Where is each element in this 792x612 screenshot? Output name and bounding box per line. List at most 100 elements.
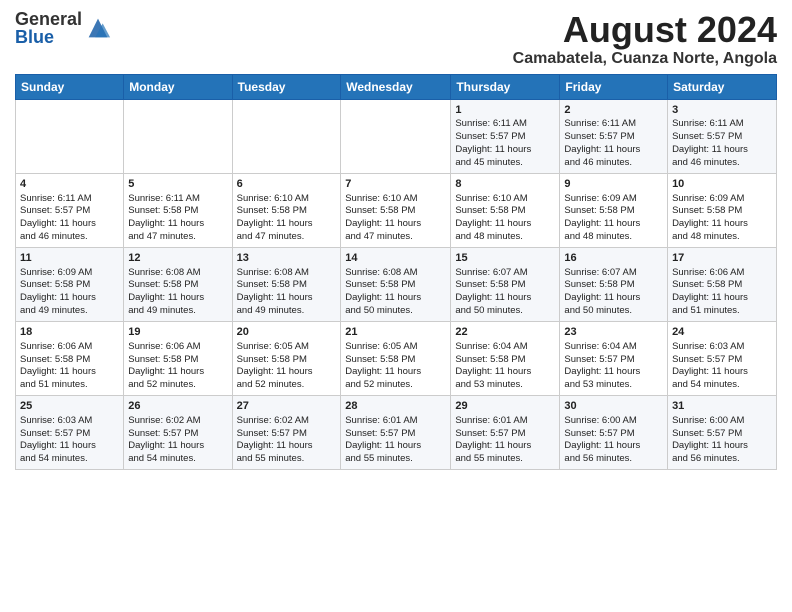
day-info: Sunrise: 6:10 AMSunset: 5:58 PMDaylight:… — [345, 193, 446, 244]
day-number: 4 — [20, 177, 119, 192]
week-row-0: 1Sunrise: 6:11 AMSunset: 5:57 PMDaylight… — [16, 99, 777, 173]
day-cell: 24Sunrise: 6:03 AMSunset: 5:57 PMDayligh… — [668, 321, 777, 395]
day-cell: 22Sunrise: 6:04 AMSunset: 5:58 PMDayligh… — [451, 321, 560, 395]
day-info: Sunrise: 6:06 AMSunset: 5:58 PMDaylight:… — [128, 341, 227, 392]
header: General Blue August 2024 Camabatela, Cua… — [15, 10, 777, 68]
day-info: Sunrise: 6:03 AMSunset: 5:57 PMDaylight:… — [20, 415, 119, 466]
day-cell: 27Sunrise: 6:02 AMSunset: 5:57 PMDayligh… — [232, 395, 341, 469]
day-info: Sunrise: 6:00 AMSunset: 5:57 PMDaylight:… — [672, 415, 772, 466]
logo-blue: Blue — [15, 28, 82, 46]
day-cell: 1Sunrise: 6:11 AMSunset: 5:57 PMDaylight… — [451, 99, 560, 173]
day-info: Sunrise: 6:09 AMSunset: 5:58 PMDaylight:… — [564, 193, 663, 244]
day-cell — [16, 99, 124, 173]
month-title: August 2024 — [513, 10, 777, 50]
day-number: 2 — [564, 103, 663, 118]
day-cell: 6Sunrise: 6:10 AMSunset: 5:58 PMDaylight… — [232, 173, 341, 247]
day-info: Sunrise: 6:06 AMSunset: 5:58 PMDaylight:… — [672, 267, 772, 318]
day-number: 6 — [237, 177, 337, 192]
day-cell: 10Sunrise: 6:09 AMSunset: 5:58 PMDayligh… — [668, 173, 777, 247]
day-cell: 11Sunrise: 6:09 AMSunset: 5:58 PMDayligh… — [16, 247, 124, 321]
day-cell — [341, 99, 451, 173]
col-friday: Friday — [560, 74, 668, 99]
day-number: 29 — [455, 399, 555, 414]
day-cell: 4Sunrise: 6:11 AMSunset: 5:57 PMDaylight… — [16, 173, 124, 247]
day-cell: 9Sunrise: 6:09 AMSunset: 5:58 PMDaylight… — [560, 173, 668, 247]
day-cell: 17Sunrise: 6:06 AMSunset: 5:58 PMDayligh… — [668, 247, 777, 321]
day-info: Sunrise: 6:04 AMSunset: 5:58 PMDaylight:… — [455, 341, 555, 392]
day-number: 8 — [455, 177, 555, 192]
day-info: Sunrise: 6:06 AMSunset: 5:58 PMDaylight:… — [20, 341, 119, 392]
day-cell: 13Sunrise: 6:08 AMSunset: 5:58 PMDayligh… — [232, 247, 341, 321]
day-number: 17 — [672, 251, 772, 266]
col-monday: Monday — [124, 74, 232, 99]
day-number: 31 — [672, 399, 772, 414]
day-cell — [124, 99, 232, 173]
day-info: Sunrise: 6:00 AMSunset: 5:57 PMDaylight:… — [564, 415, 663, 466]
day-info: Sunrise: 6:11 AMSunset: 5:57 PMDaylight:… — [564, 118, 663, 169]
day-number: 24 — [672, 325, 772, 340]
day-info: Sunrise: 6:11 AMSunset: 5:57 PMDaylight:… — [455, 118, 555, 169]
day-cell: 8Sunrise: 6:10 AMSunset: 5:58 PMDaylight… — [451, 173, 560, 247]
day-number: 13 — [237, 251, 337, 266]
week-row-3: 18Sunrise: 6:06 AMSunset: 5:58 PMDayligh… — [16, 321, 777, 395]
page: General Blue August 2024 Camabatela, Cua… — [0, 0, 792, 612]
day-cell: 20Sunrise: 6:05 AMSunset: 5:58 PMDayligh… — [232, 321, 341, 395]
day-cell: 31Sunrise: 6:00 AMSunset: 5:57 PMDayligh… — [668, 395, 777, 469]
day-number: 9 — [564, 177, 663, 192]
day-number: 15 — [455, 251, 555, 266]
day-info: Sunrise: 6:03 AMSunset: 5:57 PMDaylight:… — [672, 341, 772, 392]
day-number: 27 — [237, 399, 337, 414]
header-row: Sunday Monday Tuesday Wednesday Thursday… — [16, 74, 777, 99]
day-number: 12 — [128, 251, 227, 266]
day-info: Sunrise: 6:10 AMSunset: 5:58 PMDaylight:… — [455, 193, 555, 244]
day-number: 28 — [345, 399, 446, 414]
day-cell: 29Sunrise: 6:01 AMSunset: 5:57 PMDayligh… — [451, 395, 560, 469]
day-info: Sunrise: 6:01 AMSunset: 5:57 PMDaylight:… — [455, 415, 555, 466]
day-cell: 5Sunrise: 6:11 AMSunset: 5:58 PMDaylight… — [124, 173, 232, 247]
day-number: 18 — [20, 325, 119, 340]
day-cell: 21Sunrise: 6:05 AMSunset: 5:58 PMDayligh… — [341, 321, 451, 395]
day-info: Sunrise: 6:08 AMSunset: 5:58 PMDaylight:… — [237, 267, 337, 318]
day-number: 23 — [564, 325, 663, 340]
logo-icon — [84, 14, 112, 42]
day-info: Sunrise: 6:11 AMSunset: 5:57 PMDaylight:… — [672, 118, 772, 169]
day-info: Sunrise: 6:05 AMSunset: 5:58 PMDaylight:… — [237, 341, 337, 392]
location-title: Camabatela, Cuanza Norte, Angola — [513, 50, 777, 68]
day-number: 14 — [345, 251, 446, 266]
day-info: Sunrise: 6:01 AMSunset: 5:57 PMDaylight:… — [345, 415, 446, 466]
calendar-table: Sunday Monday Tuesday Wednesday Thursday… — [15, 74, 777, 470]
day-info: Sunrise: 6:11 AMSunset: 5:57 PMDaylight:… — [20, 193, 119, 244]
col-tuesday: Tuesday — [232, 74, 341, 99]
day-cell: 30Sunrise: 6:00 AMSunset: 5:57 PMDayligh… — [560, 395, 668, 469]
day-number: 22 — [455, 325, 555, 340]
day-cell: 16Sunrise: 6:07 AMSunset: 5:58 PMDayligh… — [560, 247, 668, 321]
day-number: 25 — [20, 399, 119, 414]
day-number: 11 — [20, 251, 119, 266]
day-info: Sunrise: 6:10 AMSunset: 5:58 PMDaylight:… — [237, 193, 337, 244]
day-info: Sunrise: 6:07 AMSunset: 5:58 PMDaylight:… — [564, 267, 663, 318]
day-info: Sunrise: 6:05 AMSunset: 5:58 PMDaylight:… — [345, 341, 446, 392]
day-cell: 18Sunrise: 6:06 AMSunset: 5:58 PMDayligh… — [16, 321, 124, 395]
logo: General Blue — [15, 10, 112, 46]
day-info: Sunrise: 6:04 AMSunset: 5:57 PMDaylight:… — [564, 341, 663, 392]
day-cell: 26Sunrise: 6:02 AMSunset: 5:57 PMDayligh… — [124, 395, 232, 469]
day-cell: 2Sunrise: 6:11 AMSunset: 5:57 PMDaylight… — [560, 99, 668, 173]
day-cell: 23Sunrise: 6:04 AMSunset: 5:57 PMDayligh… — [560, 321, 668, 395]
day-cell: 14Sunrise: 6:08 AMSunset: 5:58 PMDayligh… — [341, 247, 451, 321]
day-number: 26 — [128, 399, 227, 414]
day-number: 10 — [672, 177, 772, 192]
logo-general: General — [15, 10, 82, 28]
day-cell: 28Sunrise: 6:01 AMSunset: 5:57 PMDayligh… — [341, 395, 451, 469]
col-thursday: Thursday — [451, 74, 560, 99]
day-cell — [232, 99, 341, 173]
day-number: 19 — [128, 325, 227, 340]
day-info: Sunrise: 6:02 AMSunset: 5:57 PMDaylight:… — [237, 415, 337, 466]
col-wednesday: Wednesday — [341, 74, 451, 99]
week-row-1: 4Sunrise: 6:11 AMSunset: 5:57 PMDaylight… — [16, 173, 777, 247]
day-info: Sunrise: 6:02 AMSunset: 5:57 PMDaylight:… — [128, 415, 227, 466]
week-row-2: 11Sunrise: 6:09 AMSunset: 5:58 PMDayligh… — [16, 247, 777, 321]
title-area: August 2024 Camabatela, Cuanza Norte, An… — [513, 10, 777, 68]
day-number: 20 — [237, 325, 337, 340]
day-number: 16 — [564, 251, 663, 266]
col-saturday: Saturday — [668, 74, 777, 99]
